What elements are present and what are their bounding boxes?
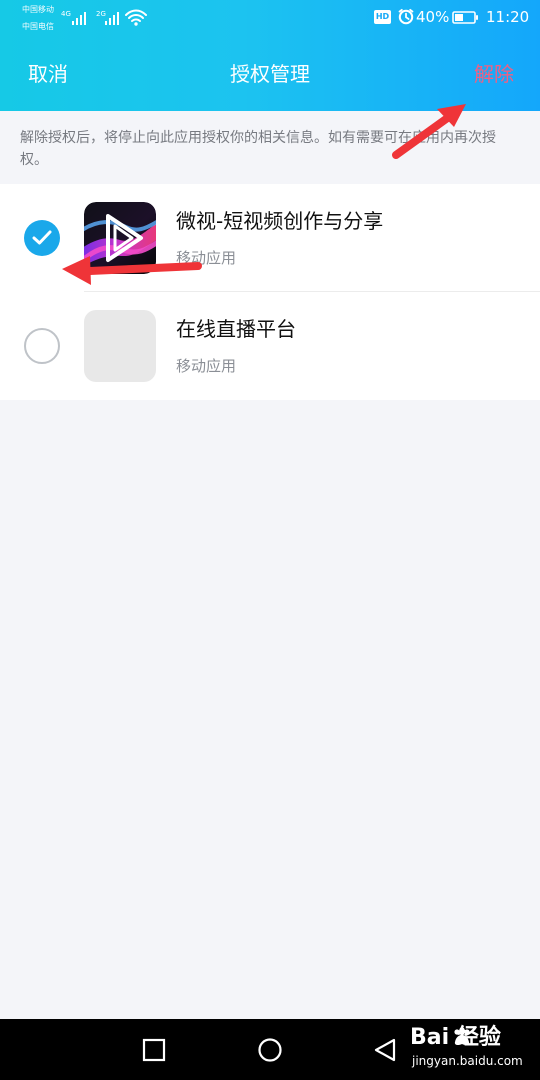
authorization-description: 解除授权后，将停止向此应用授权你的相关信息。如有需要可在应用内再次授权。 xyxy=(20,130,496,168)
carrier-primary: 中国移动 xyxy=(22,5,54,14)
wifi-icon xyxy=(125,9,147,26)
placeholder-app-icon xyxy=(84,310,156,382)
battery-icon xyxy=(452,11,478,24)
app-name-live-platform: 在线直播平台 xyxy=(176,317,296,341)
status-bar: 中国移动 中国电信 4G 2G HD 40% 11:20 xyxy=(0,0,540,40)
signal-strength-secondary-icon xyxy=(105,9,125,25)
unselected-radio-icon[interactable] xyxy=(24,328,60,364)
battery-percent: 40% xyxy=(416,8,450,26)
selected-checkbox-icon[interactable] xyxy=(24,220,60,256)
clock: 11:20 xyxy=(486,8,530,26)
weishi-app-icon xyxy=(84,202,156,274)
page-title: 授权管理 xyxy=(230,62,310,86)
recent-apps-square-icon[interactable] xyxy=(140,1036,168,1064)
alarm-icon xyxy=(398,8,414,25)
baidu-jingyan-watermark: Bai 经验 jingyan.baidu.com xyxy=(410,1025,523,1075)
app-list-item-weishi[interactable]: 微视-短视频创作与分享 移动应用 xyxy=(0,184,540,292)
app-name-weishi: 微视-短视频创作与分享 xyxy=(176,209,384,233)
home-circle-icon[interactable] xyxy=(256,1036,284,1064)
watermark-url: jingyan.baidu.com xyxy=(412,1054,523,1068)
signal-strength-primary-icon xyxy=(72,9,92,25)
baidu-paw-icon xyxy=(454,1027,470,1046)
checkmark-icon xyxy=(32,230,52,245)
app-type-live-platform: 移动应用 xyxy=(176,357,237,375)
android-navigation-bar: Bai 经验 jingyan.baidu.com xyxy=(0,1019,540,1080)
authorized-app-list: 微视-短视频创作与分享 移动应用 在线直播平台 移动应用 xyxy=(0,184,540,400)
network-type-primary: 4G xyxy=(61,10,71,18)
app-type-weishi: 移动应用 xyxy=(176,249,237,267)
carrier-secondary: 中国电信 xyxy=(22,22,54,31)
header: 中国移动 中国电信 4G 2G HD 40% 11:20 取消 授权管理 解除 xyxy=(0,0,540,111)
app-list-item-live-platform[interactable]: 在线直播平台 移动应用 xyxy=(0,292,540,400)
remove-button[interactable]: 解除 xyxy=(474,60,514,88)
back-triangle-icon[interactable] xyxy=(372,1036,400,1064)
hd-badge: HD xyxy=(374,10,391,24)
